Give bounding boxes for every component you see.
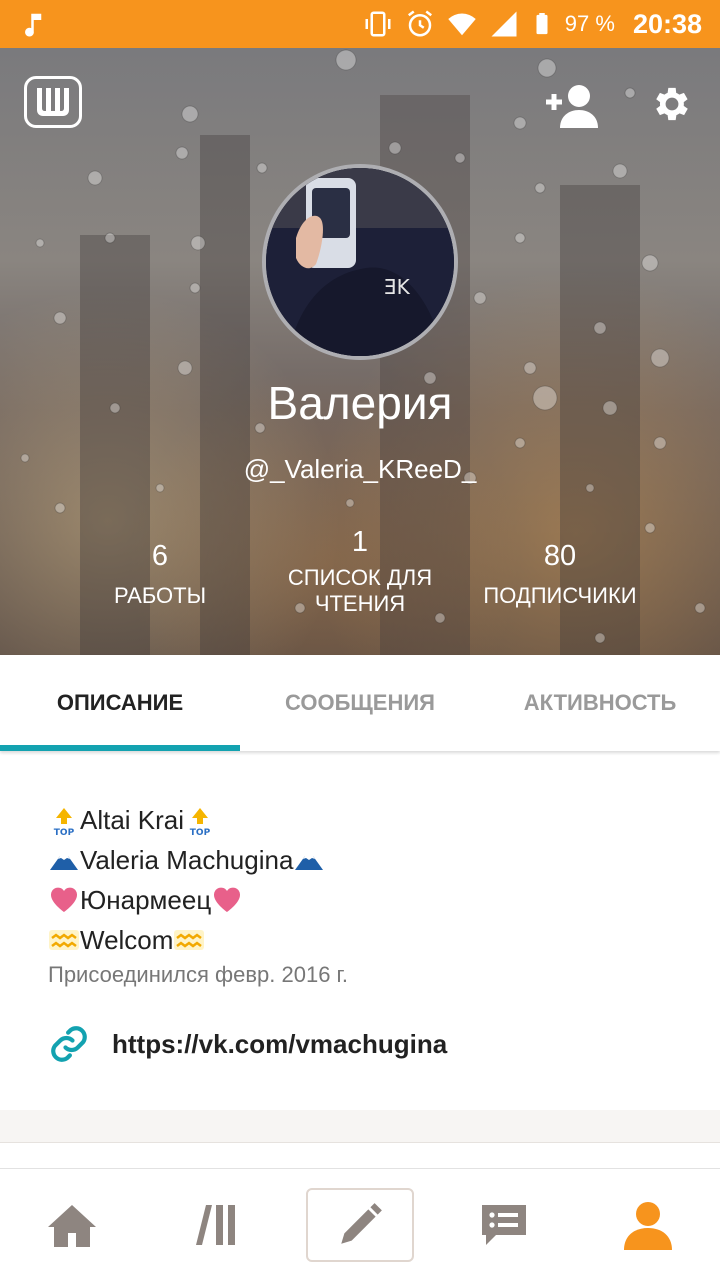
description-line: Welcom xyxy=(48,920,688,960)
top-arrow-icon: TOP xyxy=(190,808,211,836)
profile-username: @_Valeria_KReeD_ xyxy=(243,454,477,484)
top-arrow-icon: TOP xyxy=(54,808,75,836)
nav-library[interactable] xyxy=(144,1169,288,1281)
description-text: Welcom xyxy=(80,925,174,955)
gear-icon[interactable] xyxy=(650,82,694,126)
stat-works-value: 6 xyxy=(151,540,169,572)
active-tab-indicator xyxy=(0,745,240,751)
bottom-navigation xyxy=(0,1168,720,1281)
profile-header: ƎK Валерия @_Valeria_KReeD_ 6 РАБОТЫ 1 С… xyxy=(0,48,720,655)
aquarius-icon xyxy=(49,930,79,950)
stat-followers-value: 80 xyxy=(543,540,577,572)
nav-write[interactable] xyxy=(288,1169,432,1281)
write-button[interactable] xyxy=(306,1188,414,1262)
stat-followers[interactable]: 80 ПОДПИСЧИКИ xyxy=(470,540,650,609)
stat-reading-lists-label-1: СПИСОК ДЛЯ xyxy=(287,565,433,590)
nav-messages[interactable] xyxy=(432,1169,576,1281)
description-line: TOP Altai Krai TOP xyxy=(48,800,688,840)
write-icon xyxy=(341,1203,382,1244)
vibrate-icon xyxy=(365,11,391,37)
tab-description[interactable]: ОПИСАНИЕ xyxy=(0,655,240,751)
stat-reading-lists[interactable]: 1 СПИСОК ДЛЯ ЧТЕНИЯ xyxy=(270,526,450,617)
description-line: Valeria Machugina xyxy=(48,840,688,880)
aquarius-icon xyxy=(174,930,205,950)
mount-fuji-icon xyxy=(50,856,78,870)
description-line: Юнармеец xyxy=(48,880,688,920)
wifi-icon xyxy=(448,13,476,36)
wattpad-logo-icon[interactable] xyxy=(24,76,82,128)
stat-reading-lists-value: 1 xyxy=(351,526,369,558)
description-text: Altai Krai xyxy=(80,805,185,835)
battery-percent: 97 % xyxy=(564,11,615,36)
messages-icon xyxy=(482,1205,526,1245)
tab-activity[interactable]: АКТИВНОСТЬ xyxy=(480,655,720,751)
description-text: Valeria Machugina xyxy=(80,845,294,875)
signal-icon xyxy=(491,11,517,37)
stat-works-label: РАБОТЫ xyxy=(113,583,207,608)
joined-date: Присоединился февр. 2016 г. xyxy=(48,962,348,987)
profile-link-text[interactable]: https://vk.com/vmachugina xyxy=(112,1029,447,1060)
svg-text:ƎK: ƎK xyxy=(384,275,411,299)
stat-works[interactable]: 6 РАБОТЫ xyxy=(80,540,240,609)
stat-reading-lists-label-2: ЧТЕНИЯ xyxy=(314,591,406,616)
profile-icon xyxy=(624,1202,672,1250)
heart-icon xyxy=(50,887,78,912)
nav-home[interactable] xyxy=(0,1169,144,1281)
home-icon xyxy=(48,1205,96,1247)
status-icons: 97 % 20:38 xyxy=(363,0,702,48)
alarm-icon xyxy=(407,10,432,37)
library-icon xyxy=(196,1205,235,1245)
profile-description: TOP Altai Krai TOP Valeria Machugina Юна… xyxy=(48,800,688,960)
profile-name: Валерия xyxy=(267,377,453,429)
music-note-icon xyxy=(25,13,42,37)
status-bar: 97 % 20:38 xyxy=(0,0,720,48)
link-icon xyxy=(51,1026,87,1062)
mount-fuji-icon xyxy=(295,856,324,870)
profile-link[interactable]: https://vk.com/vmachugina xyxy=(48,1020,447,1068)
section-divider xyxy=(0,1110,720,1143)
stat-followers-label: ПОДПИСЧИКИ xyxy=(483,583,637,608)
add-friend-icon[interactable] xyxy=(544,84,602,128)
battery-icon xyxy=(536,13,548,35)
svg-text:TOP: TOP xyxy=(54,828,75,836)
tab-messages[interactable]: СООБЩЕНИЯ xyxy=(240,655,480,751)
nav-profile[interactable] xyxy=(576,1169,720,1281)
description-text: Юнармеец xyxy=(80,885,212,915)
clock: 20:38 xyxy=(632,8,702,39)
avatar[interactable]: ƎK xyxy=(262,164,458,360)
heart-icon xyxy=(214,887,241,912)
profile-tabs: ОПИСАНИЕ СООБЩЕНИЯ АКТИВНОСТЬ xyxy=(0,655,720,751)
svg-text:TOP: TOP xyxy=(190,828,211,836)
